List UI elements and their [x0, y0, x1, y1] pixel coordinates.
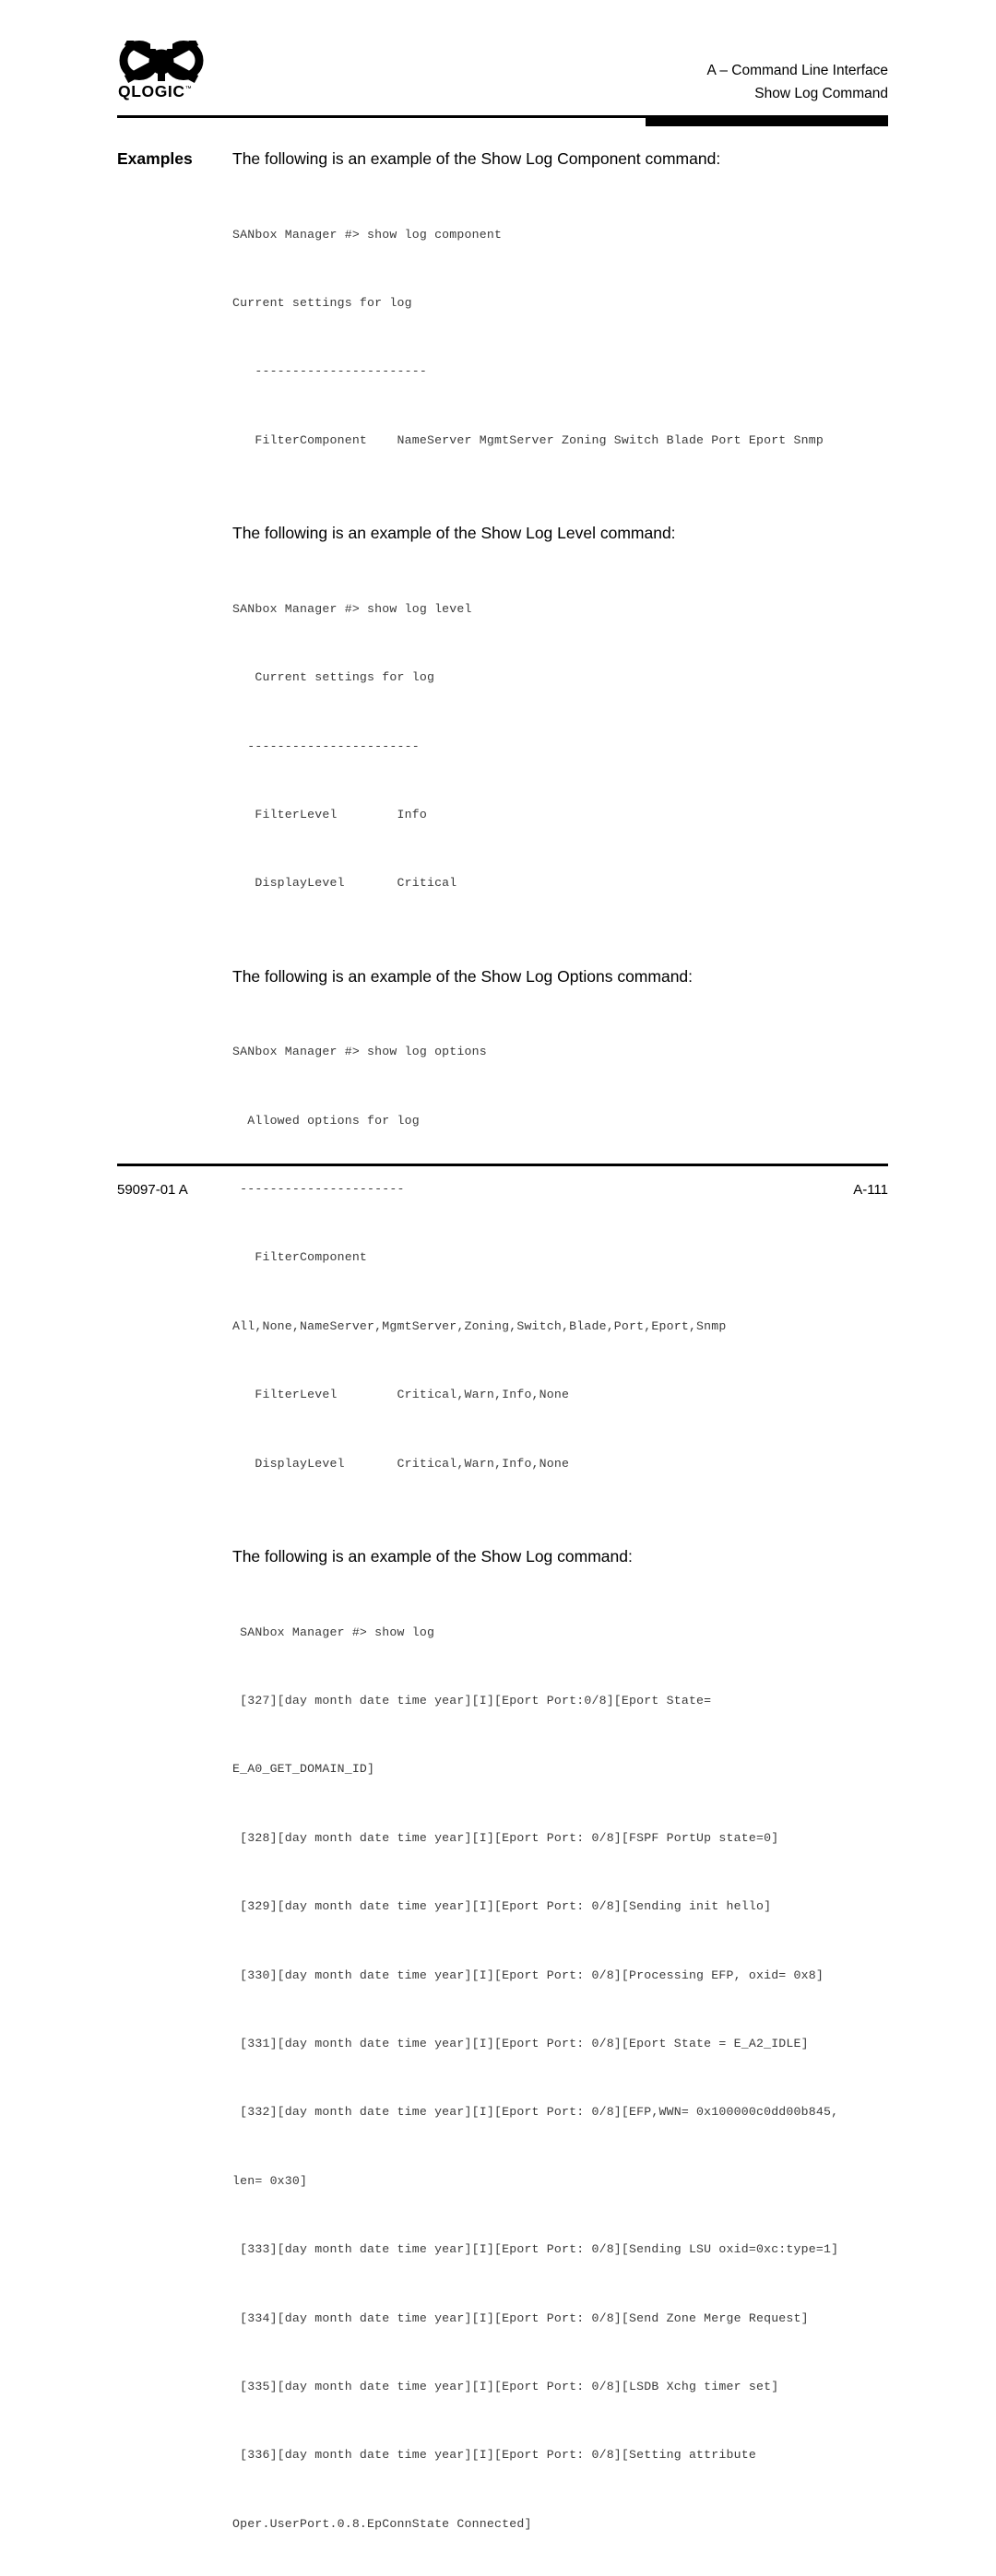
code-line: All,None,NameServer,MgmtServer,Zoning,Sw…	[232, 1318, 727, 1333]
code-block-show-log-level: SANbox Manager #> show log level Current…	[232, 552, 941, 941]
code-line: Current settings for log	[232, 295, 412, 310]
section-show-log-level: The following is an example of the Show …	[0, 522, 996, 941]
examples-row: Examples The following is an example of …	[0, 148, 996, 170]
code-line: [334][day month date time year][I][Eport…	[232, 2310, 809, 2325]
code-line: [330][day month date time year][I][Eport…	[232, 1967, 824, 1982]
section-heading: The following is an example of the Show …	[232, 149, 721, 168]
code-line: [336][day month date time year][I][Eport…	[232, 2448, 756, 2463]
document-number: 59097-01 A	[117, 1182, 188, 1198]
qlogic-logo: QLOGIC™	[117, 41, 214, 111]
code-line: E_A0_GET_DOMAIN_ID]	[232, 1762, 375, 1777]
section-heading: The following is an example of the Show …	[232, 1547, 633, 1566]
code-line: -----------------------	[232, 364, 427, 379]
code-block-show-log: SANbox Manager #> show log [327][day mon…	[232, 1576, 941, 2576]
header-line-1: A – Command Line Interface	[706, 63, 888, 78]
code-line: ----------------------	[232, 1182, 405, 1197]
footer-rule	[117, 1164, 888, 1166]
page-content: Examples The following is an example of …	[0, 148, 996, 2576]
trademark-symbol: ™	[184, 86, 192, 93]
header-running-title: A – Command Line Interface Show Log Comm…	[707, 59, 888, 105]
code-line: FilterLevel Critical,Warn,Info,None	[232, 1388, 570, 1402]
header-divider	[0, 115, 996, 130]
header-rule-thick	[646, 115, 888, 126]
page-header: QLOGIC™ A – Command Line Interface Show …	[0, 0, 996, 129]
code-line: DisplayLevel Critical,Warn,Info,None	[232, 1456, 570, 1471]
section-heading: The following is an example of the Show …	[232, 524, 676, 543]
code-line: [335][day month date time year][I][Eport…	[232, 2379, 779, 2393]
code-line: SANbox Manager #> show log level	[232, 601, 472, 616]
document-page: QLOGIC™ A – Command Line Interface Show …	[0, 0, 996, 2531]
section-show-log: The following is an example of the Show …	[0, 1545, 996, 2576]
section-heading: The following is an example of the Show …	[232, 966, 694, 986]
section-show-log-options: The following is an example of the Show …	[0, 965, 996, 1521]
code-line: [327][day month date time year][I][Eport…	[232, 1694, 712, 1708]
code-line: FilterLevel Info	[232, 807, 427, 821]
examples-label: Examples	[117, 149, 193, 168]
code-line: Allowed options for log	[232, 1113, 420, 1128]
header-line-2: Show Log Command	[754, 86, 888, 101]
code-line: SANbox Manager #> show log component	[232, 227, 503, 242]
code-line: Oper.UserPort.0.8.EpConnState Connected]	[232, 2516, 532, 2531]
code-line: len= 0x30]	[232, 2173, 308, 2188]
code-line: FilterComponent NameServer MgmtServer Zo…	[232, 432, 824, 447]
code-line: [331][day month date time year][I][Eport…	[232, 2036, 809, 2050]
page-number: A-111	[853, 1182, 888, 1198]
qlogic-wordmark-text: QLOGIC	[118, 82, 185, 100]
code-line: [332][day month date time year][I][Eport…	[232, 2105, 839, 2120]
code-line: SANbox Manager #> show log	[232, 1625, 435, 1639]
code-line: [333][day month date time year][I][Eport…	[232, 2242, 839, 2257]
code-line: Current settings for log	[232, 670, 435, 685]
code-block-show-log-options: SANbox Manager #> show log options Allow…	[232, 996, 941, 1521]
code-line: FilterComponent	[232, 1250, 368, 1265]
code-block-show-log-component: SANbox Manager #> show log component Cur…	[232, 178, 941, 498]
code-line: -----------------------	[232, 739, 420, 753]
code-line: [328][day month date time year][I][Eport…	[232, 1830, 779, 1845]
qlogic-wordmark: QLOGIC™	[118, 82, 192, 100]
code-line: [329][day month date time year][I][Eport…	[232, 1899, 772, 1914]
code-line: DisplayLevel Critical	[232, 876, 457, 891]
code-line: SANbox Manager #> show log options	[232, 1045, 487, 1059]
qlogic-atom-logo-icon	[119, 41, 204, 83]
section-show-log-component: Examples The following is an example of …	[0, 148, 996, 498]
